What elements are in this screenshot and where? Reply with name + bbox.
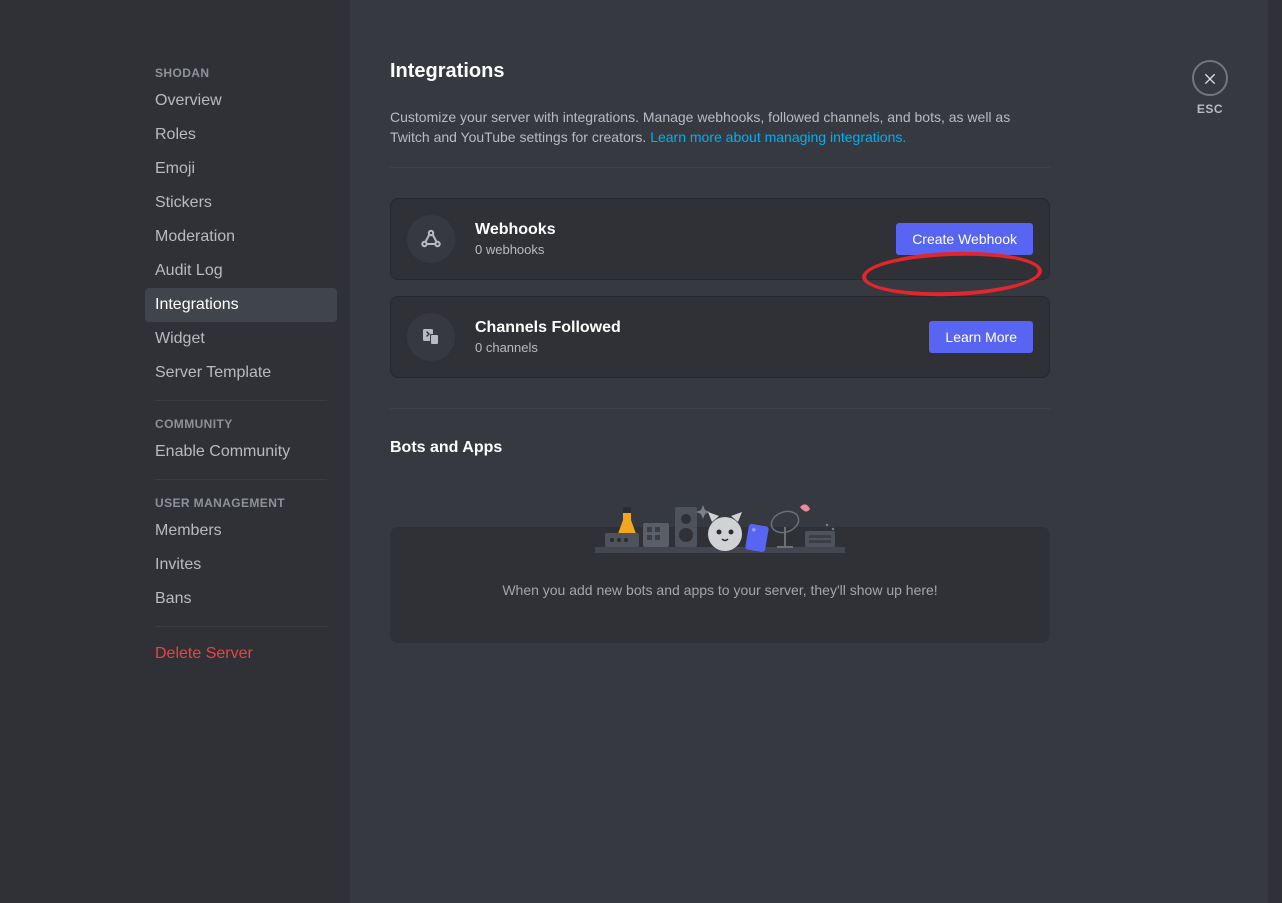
divider — [390, 408, 1050, 409]
right-gutter — [1268, 0, 1282, 903]
page-description: Customize your server with integrations.… — [390, 107, 1050, 147]
sidebar-header-community: COMMUNITY — [145, 411, 337, 435]
sidebar-item-delete-server[interactable]: Delete Server — [145, 637, 337, 671]
close-group: ESC — [1192, 60, 1228, 116]
channels-followed-card: Channels Followed 0 channels Learn More — [390, 296, 1050, 378]
close-button[interactable] — [1192, 60, 1228, 96]
sidebar-header-server: SHODAN — [145, 60, 337, 84]
channels-followed-title: Channels Followed — [475, 319, 909, 337]
sidebar-item-stickers[interactable]: Stickers — [145, 186, 337, 220]
empty-illustration — [595, 477, 845, 555]
page-title: Integrations — [390, 60, 1050, 83]
divider — [390, 167, 1050, 168]
divider — [155, 479, 327, 480]
learn-more-button[interactable]: Learn More — [929, 321, 1033, 353]
divider — [155, 400, 327, 401]
sidebar-item-members[interactable]: Members — [145, 514, 337, 548]
sidebar-item-overview[interactable]: Overview — [145, 84, 337, 118]
sidebar-item-invites[interactable]: Invites — [145, 548, 337, 582]
sidebar-item-moderation[interactable]: Moderation — [145, 220, 337, 254]
sidebar-item-roles[interactable]: Roles — [145, 118, 337, 152]
sidebar-item-enable-community[interactable]: Enable Community — [145, 435, 337, 469]
webhook-icon — [407, 215, 455, 263]
close-icon — [1202, 70, 1218, 86]
empty-state-text: When you add new bots and apps to your s… — [502, 582, 937, 598]
channels-followed-icon — [407, 313, 455, 361]
webhooks-card: Webhooks 0 webhooks Create Webhook — [390, 198, 1050, 280]
sidebar-item-bans[interactable]: Bans — [145, 582, 337, 616]
sidebar: SHODAN Overview Roles Emoji Stickers Mod… — [0, 0, 350, 903]
sidebar-item-integrations[interactable]: Integrations — [145, 288, 337, 322]
close-esc-label: ESC — [1192, 102, 1228, 116]
sidebar-item-audit-log[interactable]: Audit Log — [145, 254, 337, 288]
create-webhook-button[interactable]: Create Webhook — [896, 223, 1033, 255]
channels-followed-count: 0 channels — [475, 340, 909, 355]
sidebar-header-user-management: USER MANAGEMENT — [145, 490, 337, 514]
bots-apps-heading: Bots and Apps — [390, 439, 1050, 457]
sidebar-item-widget[interactable]: Widget — [145, 322, 337, 356]
divider — [155, 626, 327, 627]
webhooks-title: Webhooks — [475, 221, 876, 239]
sidebar-item-server-template[interactable]: Server Template — [145, 356, 337, 390]
sidebar-item-emoji[interactable]: Emoji — [145, 152, 337, 186]
main-content: ESC Integrations Customize your server w… — [350, 0, 1268, 903]
webhooks-count: 0 webhooks — [475, 242, 876, 257]
learn-more-link[interactable]: Learn more about managing integrations. — [650, 129, 906, 145]
